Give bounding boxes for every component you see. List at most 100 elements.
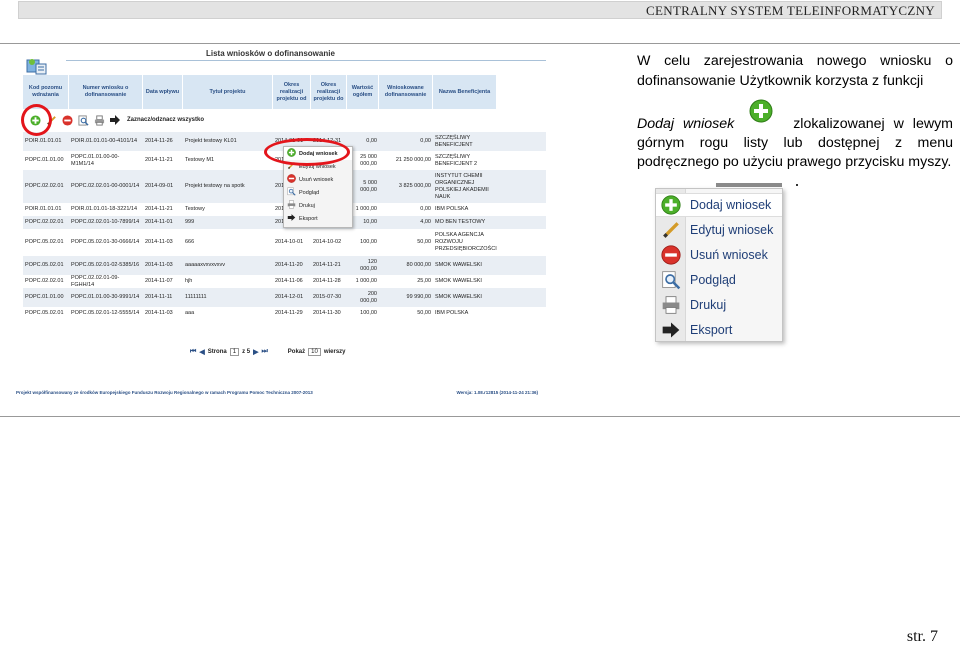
context-menu-large: Dodaj wniosek Edytuj wniosek Usuń wniosek P… (655, 188, 783, 342)
table-cell: IBM POLSKA (435, 310, 469, 316)
column-header[interactable]: Data wpływu (143, 75, 183, 109)
table-cell: POPC.01.01.00-30-9991/14 (71, 294, 140, 300)
pager: ⏮ ◀ Strona 1 z 5 ▶ ⏭ Pokaż 10 wierszy (190, 348, 346, 356)
menu-cutoff-line (716, 183, 782, 187)
prev-page-icon[interactable]: ◀ (199, 348, 204, 356)
next-page-icon[interactable]: ▶ (253, 348, 258, 356)
table-cell: POPC.02.02.01 (25, 278, 64, 284)
column-header[interactable]: Kod pozomu wdrażania (23, 75, 69, 109)
page-total: z 5 (242, 349, 251, 355)
table-cell: 2014-12-01 (275, 294, 304, 300)
delete-icon (656, 245, 686, 265)
title-underline (66, 60, 546, 61)
context-menu-item[interactable]: Drukuj (284, 199, 352, 212)
page-number: str. 7 (906, 628, 938, 645)
table-cell: Projekt testowy na spotk (185, 183, 245, 189)
table-cell: 2014-11-21 (313, 262, 341, 268)
context-menu-item[interactable]: Drukuj (656, 293, 782, 317)
table-cell: POPC.02.02.01 (25, 219, 64, 225)
context-menu-label: Usuń wniosek (690, 248, 768, 262)
column-header[interactable]: Nazwa Beneficjenta (433, 75, 497, 109)
context-menu-item[interactable]: Eksport (284, 212, 352, 225)
context-menu-label: Drukuj (690, 298, 727, 312)
context-menu-item[interactable]: Edytuj wniosek (656, 218, 782, 242)
system-title: CENTRALNY SYSTEM TELEINFORMATYCZNY (646, 3, 935, 18)
rows-per-page-select[interactable]: 10 (308, 348, 321, 356)
header-rule (0, 43, 960, 44)
page-label: Strona (207, 349, 227, 355)
table-row[interactable]: POPC.05.02.01 POPC.05.02.01-12-5555/14 201… (23, 307, 546, 320)
footer-version: Wersja: 1.08.r12815 (2014-11-24 21:36) (456, 390, 538, 395)
screenshot-bottom-rule (0, 416, 960, 417)
print-icon[interactable] (93, 114, 105, 126)
table-cell: 50,00 (417, 310, 431, 316)
delete-icon[interactable] (61, 114, 73, 126)
context-menu-item[interactable]: Usuń wniosek (284, 173, 352, 186)
table-cell: SMOK WAWELSKI (435, 262, 482, 268)
column-header[interactable]: Numer wniosku o dofinansowanie (69, 75, 143, 109)
table-row[interactable]: POPC.02.02.01 POPC.02.02.01-09-FGHH/14 201… (23, 275, 546, 288)
table-cell: INSTYTUT CHEMII ORGANICZNEJ POLSKIEJ AKA… (435, 172, 489, 200)
table-cell: POPC.02.02.01-09-FGHH/14 (71, 275, 120, 288)
context-menu-label: Usuń wniosek (299, 176, 334, 183)
description-text-1: W celu zarejestrowania nowego wniosku o … (637, 53, 953, 89)
table-cell: 11111111 (185, 294, 207, 300)
context-menu-item[interactable]: Eksport (656, 318, 782, 342)
table-cell: 99 990,00 (406, 294, 431, 300)
page-input[interactable]: 1 (229, 348, 240, 356)
context-menu-label: Edytuj wniosek (690, 223, 774, 237)
column-header[interactable]: Okres realizacji projektu od (273, 75, 311, 109)
rows-label: wierszy (323, 349, 346, 355)
context-menu-item[interactable]: Usuń wniosek (656, 243, 782, 267)
table-cell: POPC.01.01.00-00-M1M1/14 (71, 153, 120, 167)
list-screenshot: Lista wniosków o dofinansowanie Kod pozo… (10, 45, 546, 403)
context-menu-label: Dodaj wniosek (690, 198, 772, 212)
context-menu-item[interactable]: Dodaj wniosek (656, 193, 782, 217)
list-toolbar: Zaznacz/odznacz wszystko (23, 111, 546, 129)
preview-icon (656, 270, 686, 290)
print-icon (287, 200, 296, 211)
add-function-name: Dodaj wniosek (637, 116, 735, 132)
table-cell: POPC.05.02.01-02-5385/16 (71, 262, 140, 268)
table-cell: POPC.05.02.01 (25, 239, 64, 245)
table-cell: POPC.05.02.01-30-0666/14 (71, 239, 140, 245)
context-menu-item[interactable]: Podgląd (284, 186, 352, 199)
column-header[interactable]: Wartość ogółem (347, 75, 379, 109)
preview-icon (287, 187, 296, 198)
table-cell: 120 000,00 (360, 258, 377, 272)
table-cell: 4,00 (420, 219, 431, 225)
table-cell: 2014-11-03 (145, 239, 173, 245)
table-cell: 0,00 (420, 206, 431, 212)
last-page-icon[interactable]: ⏭ (261, 348, 267, 356)
column-header[interactable]: Okres realizacji projektu do (311, 75, 347, 109)
table-cell: 2014-11-06 (275, 278, 303, 284)
table-cell: 100,00 (360, 310, 377, 316)
table-cell: 2014-10-01 (275, 239, 304, 245)
preview-icon[interactable] (77, 114, 89, 126)
table-cell: SZCZĘŚLIWY BENEFICJENT 2 (435, 153, 478, 167)
table-cell: 2014-09-01 (145, 183, 174, 189)
context-menu-item[interactable]: Podgląd (656, 268, 782, 292)
table-cell: POPC.05.02.01 (25, 310, 64, 316)
description-paragraph-2: Dodaj wniosek zlokalizowanej w lewym gór… (637, 115, 953, 172)
table-cell: POLSKA AGENCJA ROZWOJU PRZEDSIĘBIORCZOŚC… (435, 232, 497, 252)
column-header[interactable]: Tytuł projektu (183, 75, 273, 109)
column-header[interactable]: Wnioskowane dofinansowanie (379, 75, 433, 109)
table-cell: 2014-11-03 (145, 262, 173, 268)
context-menu-label: Podgląd (690, 273, 736, 287)
table-cell: 2014-11-30 (313, 310, 341, 316)
list-title: Lista wniosków o dofinansowanie (206, 49, 335, 58)
select-all-arrow-icon[interactable] (109, 114, 121, 126)
table-row[interactable]: POPC.05.02.01 POPC.05.02.01-30-0666/14 201… (23, 229, 546, 256)
table-cell: POPC.02.02.01 (25, 183, 64, 189)
table-row[interactable]: POPC.05.02.01 POPC.05.02.01-02-5385/16 201… (23, 256, 546, 275)
first-page-icon[interactable]: ⏮ (190, 348, 196, 356)
table-cell: Testowy M1 (185, 157, 215, 163)
table-cell: 80 000,00 (406, 262, 431, 268)
table-row[interactable]: POPC.01.01.00 POPC.01.01.00-30-9991/14 201… (23, 288, 546, 307)
table-cell: 999 (185, 219, 195, 225)
menu-cutoff-dot (796, 184, 798, 186)
highlight-circle-add (21, 104, 52, 136)
table-cell: 2014-11-07 (145, 278, 173, 284)
select-all-link[interactable]: Zaznacz/odznacz wszystko (127, 117, 204, 123)
